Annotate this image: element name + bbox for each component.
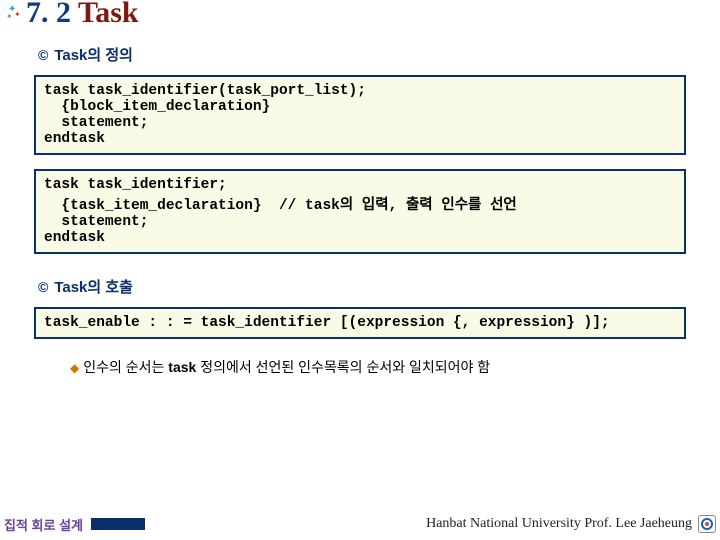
title-word: Task <box>71 0 139 29</box>
code-content: task_enable : : = task_identifier [(expr… <box>44 315 676 331</box>
footer-left-text: 집적 회로 설계 <box>0 515 83 534</box>
bullet-icon: © <box>38 279 48 295</box>
note-line: ◆ 인수의 순서는 task 정의에서 선언된 인수목록의 순서와 일치되어야 … <box>70 357 720 377</box>
footer: 집적 회로 설계 Hanbat National University Prof… <box>0 512 720 536</box>
note-bold: task <box>168 359 196 375</box>
footer-bar <box>91 518 145 530</box>
bullet-icon: © <box>38 47 48 63</box>
university-logo-icon <box>698 515 716 533</box>
section-heading-text: Task의 정의 <box>54 44 133 65</box>
note-prefix: 인수의 순서는 <box>83 359 168 375</box>
footer-right-text: Hanbat National University Prof. Lee Jae… <box>426 516 692 532</box>
title-number: 7. 2 <box>26 0 71 29</box>
slide-title: ✦✦✦ 7. 2 Task <box>0 0 720 30</box>
code-box-3: task_enable : : = task_identifier [(expr… <box>34 307 686 339</box>
code-box-1: task task_identifier(task_port_list); {b… <box>34 75 686 155</box>
section-heading-text: Task의 호출 <box>54 276 133 297</box>
section-heading-definition: © Task의 정의 <box>38 44 720 65</box>
code-box-2: task task_identifier; {task_item_declara… <box>34 169 686 254</box>
diamond-bullet-icon: ◆ <box>70 361 79 375</box>
section-heading-call: © Task의 호출 <box>38 276 720 297</box>
code-content: task task_identifier; {task_item_declara… <box>44 177 676 246</box>
stars-icon: ✦✦✦ <box>6 2 24 24</box>
note-suffix: 정의에서 선언된 인수목록의 순서와 일치되어야 함 <box>196 359 490 375</box>
code-content: task task_identifier(task_port_list); {b… <box>44 83 676 147</box>
